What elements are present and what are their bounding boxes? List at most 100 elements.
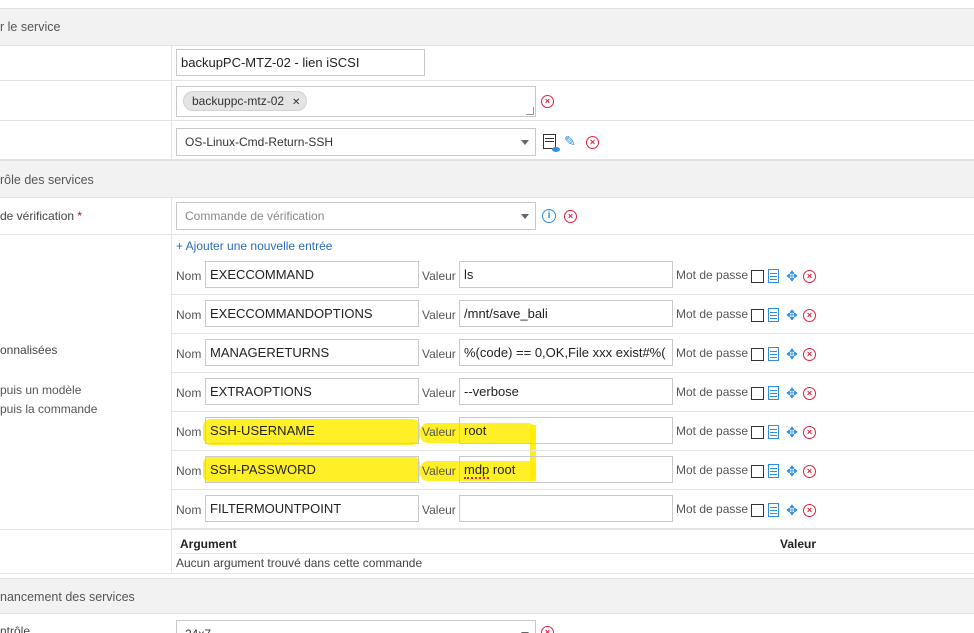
description-input[interactable]: backupPC-MTZ-02 - lien iSCSI — [176, 49, 425, 76]
macro-name-input[interactable]: FILTERMOUNTPOINT — [205, 495, 419, 522]
move-icon[interactable]: ✥ — [785, 503, 799, 517]
nom-label: Nom — [176, 425, 202, 439]
macro-name-input[interactable]: EXECCOMMAND — [205, 261, 419, 288]
template-select-value: OS-Linux-Cmd-Return-SSH — [185, 135, 334, 149]
move-icon[interactable]: ✥ — [785, 308, 799, 322]
valeur-label: Valeur — [422, 269, 456, 283]
password-checkbox[interactable] — [751, 504, 764, 517]
section-title: nancement des services — [0, 590, 135, 604]
macro-name-input[interactable]: EXTRAOPTIONS — [205, 378, 419, 405]
password-label: Mot de passe — [676, 307, 749, 321]
pencil-icon[interactable]: ✎ — [564, 134, 578, 148]
macro-value-input[interactable]: %(code) == 0,OK,File xxx exist#%( — [459, 339, 673, 366]
delete-icon[interactable]: × — [803, 387, 816, 400]
template-select[interactable]: OS-Linux-Cmd-Return-SSH — [176, 128, 536, 156]
check-period-select[interactable]: 24x7 — [176, 620, 536, 633]
macro-row: Nom EXECCOMMANDOPTIONS Valeur /mnt/save_… — [171, 295, 974, 334]
host-select[interactable]: backuppc-mtz-02 ✕ — [176, 86, 536, 117]
description-icon[interactable] — [768, 464, 779, 478]
password-label: Mot de passe — [676, 424, 749, 438]
row-divider — [0, 46, 974, 81]
row-divider — [0, 529, 974, 530]
password-label: Mot de passe — [676, 502, 749, 516]
nom-label: Nom — [176, 503, 202, 517]
section-header-controle: rôle des services — [0, 160, 974, 198]
check-command-select[interactable]: Commande de vérification — [176, 202, 536, 230]
password-checkbox[interactable] — [751, 426, 764, 439]
clear-icon[interactable]: × — [541, 626, 554, 633]
macro-row: Nom FILTERMOUNTPOINT Valeur Mot de passe… — [171, 490, 974, 529]
nom-label: Nom — [176, 347, 202, 361]
macro-value-input[interactable]: --verbose — [459, 378, 673, 405]
row-divider — [0, 235, 974, 256]
password-checkbox[interactable] — [751, 348, 764, 361]
macro-value-input[interactable]: mdp root — [459, 456, 673, 483]
clear-icon[interactable]: × — [564, 210, 577, 223]
macros-note-line1: puis un modèle — [0, 383, 82, 397]
section-header-service: r le service — [0, 8, 974, 46]
delete-icon[interactable]: × — [803, 309, 816, 322]
valeur-label: Valeur — [422, 464, 456, 478]
macro-value-input[interactable]: /mnt/save_bali — [459, 300, 673, 327]
check-period-label: ntrôle — [0, 624, 31, 633]
clear-icon[interactable]: × — [541, 95, 554, 108]
password-label: Mot de passe — [676, 268, 749, 282]
view-template-icon[interactable] — [543, 134, 560, 152]
nom-label: Nom — [176, 464, 202, 478]
macro-row: Nom SSH-USERNAME Valeur root Mot de pass… — [171, 412, 974, 451]
macro-name-input[interactable]: SSH-USERNAME — [205, 417, 419, 444]
macros-section-label: onnalisées — [0, 343, 58, 357]
resize-handle-icon[interactable] — [526, 107, 534, 115]
section-title: r le service — [0, 20, 61, 34]
password-checkbox[interactable] — [751, 270, 764, 283]
clear-icon[interactable]: × — [586, 136, 599, 149]
check-command-placeholder: Commande de vérification — [185, 209, 325, 223]
delete-icon[interactable]: × — [803, 465, 816, 478]
macro-name-input[interactable]: MANAGERETURNS — [205, 339, 419, 366]
section-header-ordonnancement: nancement des services — [0, 578, 974, 614]
value-word: root — [492, 462, 516, 477]
valeur-label: Valeur — [422, 425, 456, 439]
macro-row: Nom SSH-PASSWORD Valeur mdp root Mot de … — [171, 451, 974, 490]
delete-icon[interactable]: × — [803, 504, 816, 517]
host-tag: backuppc-mtz-02 ✕ — [183, 91, 308, 111]
description-icon[interactable] — [768, 269, 779, 283]
info-icon[interactable]: i — [542, 209, 556, 223]
macro-row: Nom EXECCOMMAND Valeur ls Mot de passe ✥… — [171, 256, 974, 295]
move-icon[interactable]: ✥ — [785, 386, 799, 400]
macro-name-input[interactable]: EXECCOMMANDOPTIONS — [205, 300, 419, 327]
valeur-label: Valeur — [422, 503, 456, 517]
description-icon[interactable] — [768, 503, 779, 517]
description-icon[interactable] — [768, 347, 779, 361]
delete-icon[interactable]: × — [803, 270, 816, 283]
description-icon[interactable] — [768, 386, 779, 400]
password-checkbox[interactable] — [751, 387, 764, 400]
valeur-label: Valeur — [422, 347, 456, 361]
nom-label: Nom — [176, 269, 202, 283]
password-label: Mot de passe — [676, 463, 749, 477]
host-tag-label: backuppc-mtz-02 — [192, 94, 285, 108]
remove-tag-icon[interactable]: ✕ — [292, 97, 300, 108]
delete-icon[interactable]: × — [803, 348, 816, 361]
move-icon[interactable]: ✥ — [785, 464, 799, 478]
description-icon[interactable] — [768, 425, 779, 439]
macro-name-input[interactable]: SSH-PASSWORD — [205, 456, 419, 483]
chevron-down-icon — [521, 214, 529, 219]
move-icon[interactable]: ✥ — [785, 269, 799, 283]
delete-icon[interactable]: × — [803, 426, 816, 439]
move-icon[interactable]: ✥ — [785, 425, 799, 439]
description-icon[interactable] — [768, 308, 779, 322]
macro-row: Nom MANAGERETURNS Valeur %(code) == 0,OK… — [171, 334, 974, 373]
macro-value-input[interactable]: root — [459, 417, 673, 444]
macro-value-input[interactable] — [459, 495, 673, 522]
macro-value-input[interactable]: ls — [459, 261, 673, 288]
row-divider — [0, 573, 974, 574]
check-command-label-text: de vérification — [0, 209, 75, 223]
section-title: rôle des services — [0, 173, 94, 187]
table-header-divider — [176, 553, 974, 554]
password-checkbox[interactable] — [751, 465, 764, 478]
move-icon[interactable]: ✥ — [785, 347, 799, 361]
password-checkbox[interactable] — [751, 309, 764, 322]
macros-note-line2: puis la commande — [0, 402, 98, 416]
argument-column-header: Argument — [180, 537, 237, 551]
